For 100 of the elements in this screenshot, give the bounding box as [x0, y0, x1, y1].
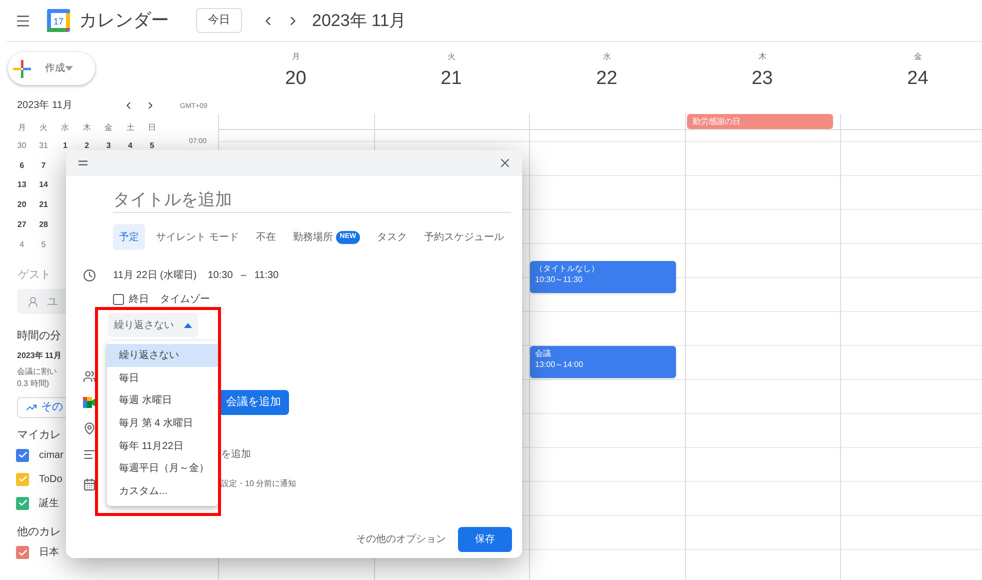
- weekday-label: 木: [82, 122, 92, 134]
- calendar-logo: 17: [47, 9, 70, 32]
- calendar-checkbox[interactable]: [16, 496, 29, 510]
- mini-calendar-day[interactable]: 4: [119, 140, 142, 152]
- all-day-cell[interactable]: [218, 114, 374, 130]
- event-type-tab[interactable]: 不在: [250, 224, 282, 250]
- weekday-label: 金: [104, 122, 114, 134]
- weekday-label: 水: [602, 51, 611, 63]
- mini-calendar-day[interactable]: 21: [32, 199, 54, 212]
- people-icon: [83, 370, 96, 383]
- day-number[interactable]: 21: [440, 65, 462, 94]
- all-day-cell[interactable]: [840, 114, 982, 130]
- section-title: 他のカレ: [17, 525, 61, 540]
- section-title: マイカレ: [17, 428, 61, 443]
- weekday-label: 月: [16, 122, 27, 134]
- event-time: 10:30～11:30: [535, 274, 584, 285]
- video-meeting-icon: [83, 396, 96, 408]
- calendar-checkbox[interactable]: [16, 472, 29, 486]
- today-button[interactable]: 今日: [196, 8, 242, 33]
- mini-calendar-day[interactable]: 13: [11, 179, 33, 192]
- location-icon: [83, 422, 96, 435]
- day-number[interactable]: 24: [907, 65, 928, 94]
- mini-calendar-day[interactable]: 30: [11, 140, 33, 152]
- start-time[interactable]: 10:30: [208, 268, 233, 283]
- section-label: ゲスト: [18, 268, 51, 283]
- mini-calendar-day[interactable]: 31: [32, 140, 54, 152]
- insights-text: 会議に割い 0.3 時間): [17, 366, 57, 390]
- weekday-label: 月: [292, 51, 300, 63]
- create-button[interactable]: 作成: [8, 52, 95, 85]
- all-day-cell[interactable]: [529, 114, 684, 130]
- insights-period: 2023年 11月: [17, 350, 62, 362]
- mini-calendar-day[interactable]: 5: [32, 238, 54, 251]
- mini-calendar-day[interactable]: 4: [11, 238, 33, 251]
- calendar-name: 日本: [39, 546, 59, 560]
- repeat-select[interactable]: 繰り返さない: [108, 313, 198, 338]
- mini-calendar-day[interactable]: 20: [11, 199, 33, 212]
- repeat-option[interactable]: 毎週平日（月～金）: [107, 457, 218, 480]
- caret-icon: [184, 322, 192, 328]
- add-meeting-button[interactable]: 会議を追加: [218, 390, 289, 415]
- end-time[interactable]: 11:30: [254, 268, 279, 283]
- weekday-label: 土: [125, 122, 136, 134]
- menu-icon[interactable]: [15, 12, 31, 28]
- repeat-option[interactable]: 毎年 11月22日: [107, 434, 218, 458]
- notification-text: 設定・10 分前に通知: [221, 478, 296, 490]
- mini-calendar-day[interactable]: 3: [98, 140, 120, 152]
- day-number[interactable]: 23: [752, 65, 773, 94]
- mini-calendar-day[interactable]: 27: [11, 219, 33, 232]
- mini-calendar-day[interactable]: 7: [32, 160, 54, 172]
- event-type-tab[interactable]: 予定: [113, 224, 145, 250]
- repeat-option[interactable]: カスタム...: [107, 480, 218, 503]
- close-icon[interactable]: [498, 156, 512, 170]
- weekday-label: 金: [914, 51, 922, 63]
- title-field[interactable]: タイトルを追加: [113, 188, 511, 213]
- description-icon: [83, 448, 96, 461]
- person-icon: [27, 296, 39, 308]
- dropdown-icon: [65, 66, 73, 71]
- calendar-name: ToDo: [39, 472, 62, 487]
- event-type-tab[interactable]: サイレント モード: [150, 224, 245, 250]
- save-button[interactable]: 保存: [458, 527, 512, 552]
- event-type-tab[interactable]: タスク: [371, 224, 414, 250]
- day-number[interactable]: 22: [596, 65, 618, 94]
- calendar-checkbox[interactable]: [16, 448, 29, 462]
- mini-calendar-day[interactable]: 1: [54, 140, 76, 152]
- repeat-option[interactable]: 毎日: [107, 366, 218, 390]
- weekday-label: 水: [60, 122, 70, 134]
- time-separator: –: [240, 268, 246, 283]
- weekday-label: 木: [758, 51, 766, 63]
- all-day-cell[interactable]: [374, 114, 529, 130]
- all-day-label: 終日: [129, 292, 149, 307]
- mini-calendar-day[interactable]: 5: [141, 140, 163, 152]
- plus-icon: [13, 60, 31, 78]
- add-description-link[interactable]: を追加: [221, 446, 251, 462]
- mini-calendar-day[interactable]: 2: [76, 140, 98, 152]
- event-type-tab[interactable]: 予約スケジュール: [418, 224, 510, 250]
- section-title: 時間の分: [17, 329, 61, 344]
- day-number[interactable]: 20: [285, 65, 306, 94]
- current-period: 2023年 11月: [312, 10, 406, 32]
- calendar-icon: [83, 478, 96, 491]
- repeat-option[interactable]: 毎月 第 4 水曜日: [107, 412, 218, 435]
- all-day-checkbox[interactable]: [113, 294, 124, 305]
- mini-calendar-day[interactable]: 6: [11, 160, 33, 172]
- weekday-label: 火: [38, 122, 49, 134]
- timezone-link[interactable]: タイムゾー: [160, 292, 210, 307]
- repeat-option[interactable]: 毎週 水曜日: [107, 389, 218, 412]
- calendar-name: 誕生: [39, 496, 59, 511]
- mini-calendar-title: 2023年 11月: [17, 99, 74, 113]
- calendar-name: cimar: [39, 448, 64, 463]
- app-title: カレンダー: [79, 9, 169, 32]
- event-title: 会議: [535, 348, 552, 359]
- event-date[interactable]: 11月 22日 (水曜日): [113, 268, 197, 283]
- repeat-option[interactable]: 繰り返さない: [107, 344, 218, 367]
- calendar-event[interactable]: 会議 13:00～14:00: [530, 346, 676, 378]
- calendar-event[interactable]: （タイトルなし） 10:30～11:30: [530, 261, 676, 293]
- more-options-button[interactable]: その他のオプション: [354, 527, 448, 552]
- mini-calendar-day[interactable]: 28: [32, 219, 54, 232]
- event-title: （タイトルなし）: [535, 263, 600, 274]
- weekday-label: 火: [447, 51, 456, 63]
- clock-icon: [83, 268, 96, 282]
- mini-calendar-day[interactable]: 14: [32, 179, 54, 192]
- calendar-checkbox[interactable]: [16, 546, 29, 560]
